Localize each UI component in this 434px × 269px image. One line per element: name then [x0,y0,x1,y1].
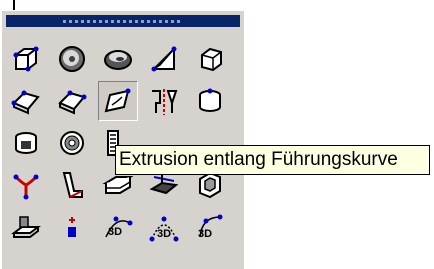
surface-button[interactable] [6,207,46,247]
3d-arc-button[interactable]: 3D [144,207,184,247]
revolve-solid-button[interactable] [190,81,230,121]
wedge-icon [151,46,177,72]
twisted-profile-button[interactable] [52,165,92,205]
torus-icon [104,50,132,70]
cube-wireframe-button[interactable] [190,39,230,79]
3d-curve-icon: 3D [105,216,133,238]
extrude-along-path-button[interactable] [98,81,138,121]
tooltip-text: Extrusion entlang Führungskurve [119,149,398,170]
washer-icon [60,131,84,155]
point-plus-icon [68,217,76,237]
point-plus-button[interactable] [52,207,92,247]
mirror-solid-icon [152,89,178,115]
extrude-button[interactable] [6,81,46,121]
tool-tooltip: Extrusion entlang Führungskurve [115,145,430,175]
extrude-both-icon [58,90,87,115]
grip-dots [63,19,183,23]
svg-text:3D: 3D [198,228,212,240]
washer-button[interactable] [52,123,92,163]
mirror-solid-button[interactable] [144,81,184,121]
box-solid-button[interactable] [6,39,46,79]
palette-grip-bar[interactable] [6,15,240,27]
box-solid-icon [13,46,39,72]
surface-icon [11,216,41,238]
shell-solid-button[interactable] [6,123,46,163]
twisted-profile-icon [62,172,83,198]
3d-curve-button[interactable]: 3D [98,207,138,247]
y-branch-button[interactable] [6,165,46,205]
extrude-icon [11,90,40,115]
wedge-button[interactable] [144,39,184,79]
svg-text:3D: 3D [157,228,171,240]
cylinder-disc-icon [59,46,85,72]
revolve-solid-icon [199,88,221,112]
cube-wireframe-icon [201,47,222,72]
3d-spline-icon: 3D [198,214,223,240]
cursor-caret [13,0,15,10]
y-branch-icon [13,174,39,200]
extrude-both-button[interactable] [52,81,92,121]
torus-button[interactable] [98,39,138,79]
svg-text:3D: 3D [108,226,122,238]
3d-spline-button[interactable]: 3D [190,207,230,247]
3d-arc-icon: 3D [149,216,179,242]
extrude-along-path-icon [104,88,131,113]
shell-solid-icon [15,132,37,154]
cylinder-disc-button[interactable] [52,39,92,79]
solids-tool-palette: 3D 3D 3D [0,10,246,269]
